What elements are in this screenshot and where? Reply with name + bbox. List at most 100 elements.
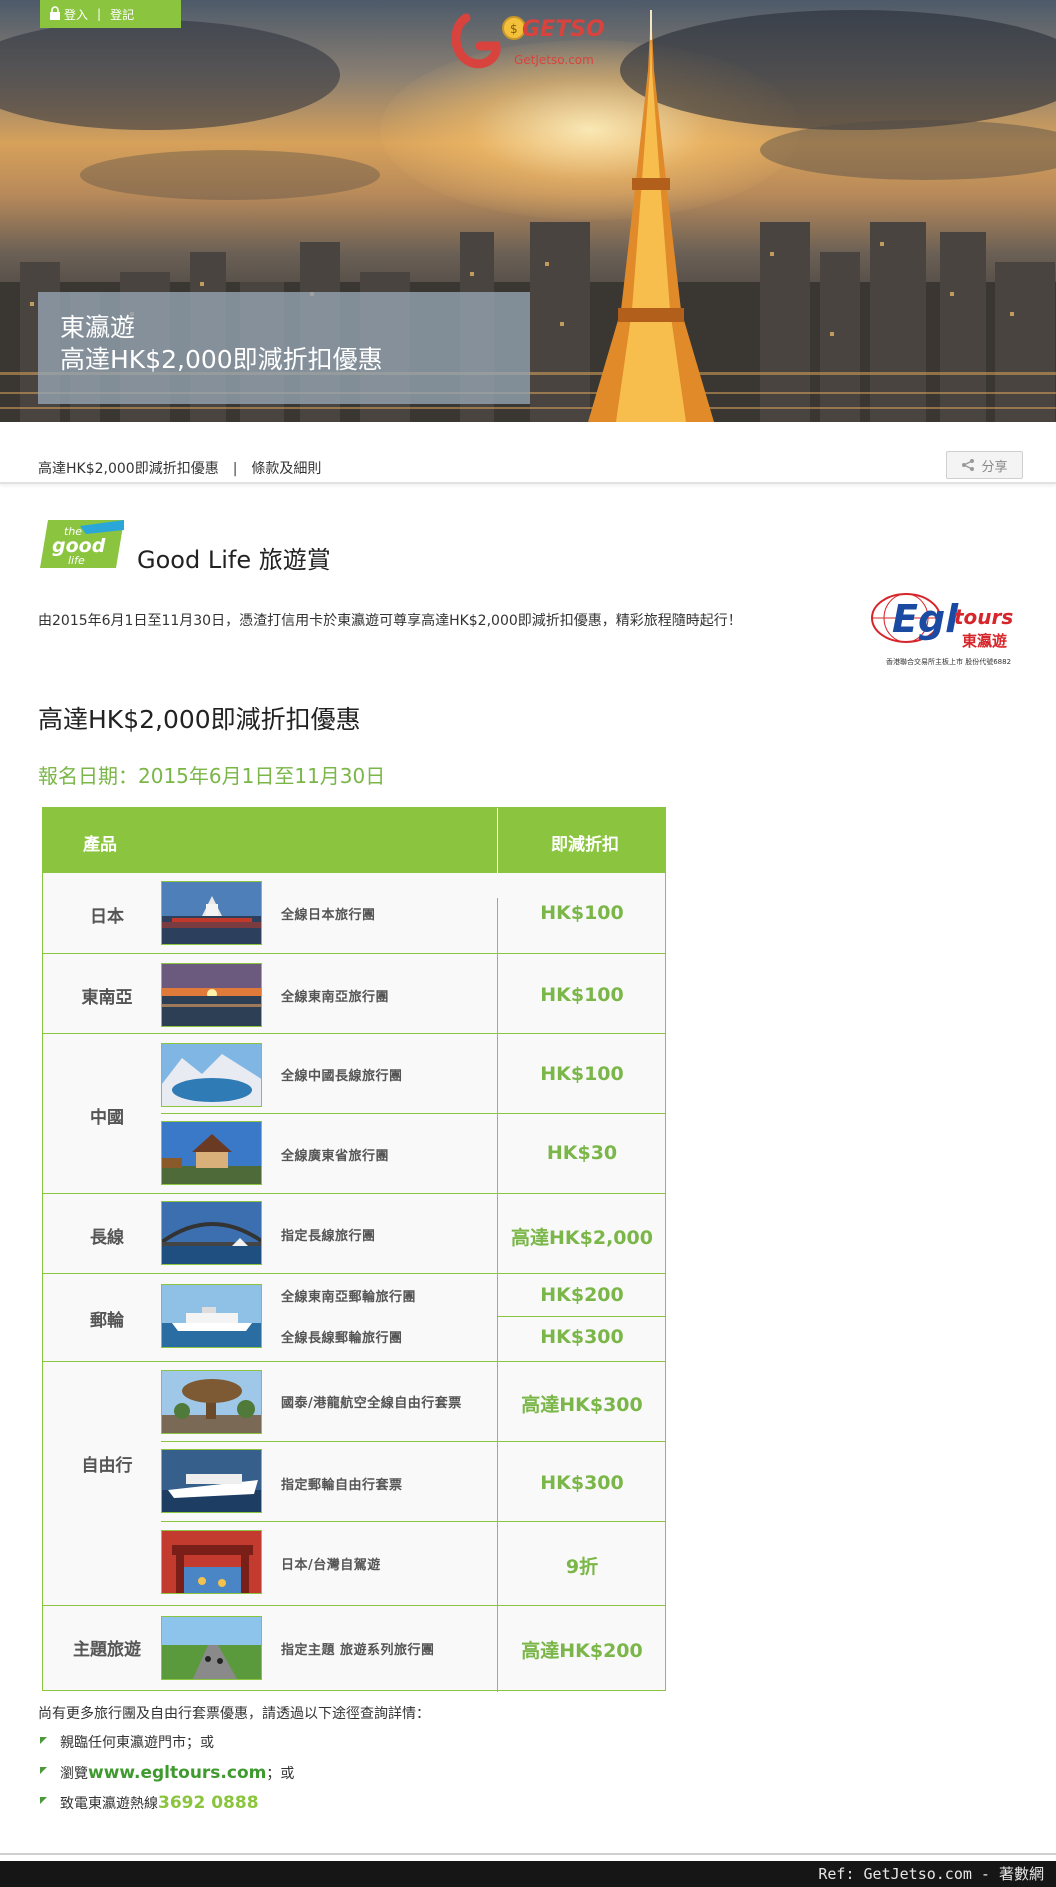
discount-value: HK$300 (540, 1326, 624, 1348)
good-life-title-en: Good Life (137, 546, 252, 574)
row-divider (161, 1113, 665, 1114)
sunset-sea-image (161, 963, 262, 1027)
region-long-haul: 長線 (90, 1228, 124, 1248)
region-china: 中國 (90, 1108, 124, 1128)
region-cruise: 郵輪 (90, 1311, 124, 1331)
discount-value: 9折 (565, 1556, 599, 1578)
the-good-life-logo: the good life (40, 520, 124, 568)
svg-text:$: $ (510, 22, 518, 36)
product-label: 全線長線郵輪旅行團 (281, 1331, 403, 1346)
product-label: 全線東南亞郵輪旅行團 (281, 1290, 417, 1305)
row-divider (161, 1521, 665, 1522)
table-header: 產品 即減折扣 (43, 808, 665, 873)
svg-text:Egl: Egl (892, 597, 959, 641)
row-divider (161, 1441, 665, 1442)
discount-value: HK$100 (540, 1063, 624, 1085)
product-label: 指定主題 旅遊系列旅行團 (281, 1643, 435, 1658)
cruise-package-image (161, 1449, 262, 1513)
auth-bar: 登入 | 登記 (40, 0, 181, 28)
offer-title: 高達HK$2,000即減折扣優惠 (38, 705, 361, 734)
japan-castle-image (161, 881, 262, 945)
svg-text:tours: tours (954, 605, 1013, 629)
discount-value: HK$30 (546, 1142, 618, 1164)
sub-navigation: 高達HK$2,000即減折扣優惠 | 條款及細則 分享 (0, 422, 1056, 484)
discount-value: HK$300 (540, 1472, 624, 1494)
registration-period: 報名日期：2015年6月1日至11月30日 (38, 764, 386, 788)
share-button[interactable]: 分享 (946, 451, 1023, 479)
row-divider (43, 1361, 665, 1362)
more-info-text: 尚有更多旅行團及自由行套票優惠，請透過以下途徑查詢詳情： (38, 1706, 430, 1722)
cycling-road-image (161, 1616, 262, 1680)
header-discount: 即減折扣 (551, 835, 619, 855)
hero-title-line2: 高達HK$2,000即減折扣優惠 (60, 345, 383, 374)
contact-store: 親臨任何東瀛遊門市；或 (40, 1732, 294, 1762)
contact-list: 親臨任何東瀛遊門市；或 瀏覽www.egltours.com；或 致電東瀛遊熱線… (40, 1732, 294, 1822)
svg-text:GETSO: GETSO (522, 17, 605, 42)
product-label: 全線日本旅行團 (281, 908, 376, 923)
product-label: 日本/台灣自駕遊 (281, 1558, 381, 1573)
contact-website-prefix: 瀏覽 (60, 1766, 88, 1782)
terms-link[interactable]: 條款及細則 (251, 461, 321, 477)
contact-website: 瀏覽www.egltours.com；或 (40, 1762, 294, 1792)
getjetso-watermark-logo: $ GETSO GetJetso.com (451, 13, 605, 69)
discount-value: 高達HK$2,000 (511, 1227, 653, 1249)
product-label: 指定長線旅行團 (281, 1229, 376, 1244)
contact-store-text: 親臨任何東瀛遊門市；或 (60, 1735, 214, 1751)
row-divider (43, 1273, 665, 1274)
cloud (0, 20, 340, 130)
cloud (760, 120, 1056, 180)
egltours-website-link[interactable]: www.egltours.com (88, 1763, 266, 1783)
row-divider (498, 1316, 665, 1317)
svg-text:life: life (68, 554, 85, 567)
page-bottom-border (0, 1853, 1056, 1855)
hero-caption: 東瀛遊 高達HK$2,000即減折扣優惠 (38, 292, 530, 404)
discount-value: 高達HK$200 (521, 1640, 643, 1662)
register-link[interactable]: 登記 (110, 6, 134, 23)
auth-separator: | (97, 7, 102, 21)
row-divider (43, 1193, 665, 1194)
svg-text:東瀛遊: 東瀛遊 (962, 632, 1007, 650)
discount-value: 高達HK$300 (521, 1394, 643, 1416)
discount-value: HK$100 (540, 902, 624, 924)
contact-hotline: 致電東瀛遊熱線3692 0888 (40, 1792, 294, 1822)
chinese-building-image (161, 1121, 262, 1185)
product-label: 指定郵輪自由行套票 (281, 1478, 403, 1493)
header-divider (497, 808, 498, 873)
row-divider (43, 953, 665, 954)
discount-value: HK$200 (540, 1284, 624, 1306)
offer-table: 產品 即減折扣 日本 東南亞 中國 長線 郵輪 自由行 主題旅遊 全線日本旅行團… (42, 807, 666, 1692)
cloud (80, 150, 380, 200)
product-label: 國泰/港龍航空全線自由行套票 (281, 1396, 462, 1411)
hotline-number: 3692 0888 (158, 1793, 259, 1813)
contact-website-suffix: ；或 (266, 1766, 295, 1782)
nav-separator: | (232, 461, 238, 477)
offer-link[interactable]: 高達HK$2,000即減折扣優惠 (38, 461, 219, 477)
hero-banner: 登入 | 登記 $ GETSO GetJetso.com 東瀛遊 高達HK$2,… (0, 0, 1056, 422)
product-label: 全線廣東省旅行團 (281, 1149, 390, 1164)
contact-hotline-prefix: 致電東瀛遊熱線 (60, 1796, 158, 1812)
treehouse-image (161, 1370, 262, 1434)
cruise-ship-image (161, 1284, 262, 1348)
mountain-lake-image (161, 1043, 262, 1107)
good-life-title: Good Life 旅遊賞 (137, 540, 331, 575)
lock-icon (50, 6, 60, 20)
good-life-title-zh: 旅遊賞 (258, 546, 331, 574)
share-icon (962, 459, 975, 471)
egl-listing-note: 香港聯合交易所主板上市 股份代號6882 (886, 658, 1012, 666)
share-label: 分享 (981, 459, 1008, 475)
product-label: 全線中國長線旅行團 (281, 1069, 403, 1084)
street-gate-image (161, 1530, 262, 1594)
row-divider (43, 1605, 665, 1606)
row-divider (43, 1033, 665, 1034)
region-free-travel: 自由行 (81, 1456, 133, 1476)
login-link[interactable]: 登入 (64, 6, 88, 23)
region-theme-tours: 主題旅遊 (73, 1640, 141, 1660)
harbour-bridge-image (161, 1201, 262, 1265)
region-japan: 日本 (90, 907, 124, 927)
intro-text: 由2015年6月1日至11月30日，憑渣打信用卡於東瀛遊可尊享高達HK$2,00… (38, 613, 742, 629)
svg-text:GetJetso.com: GetJetso.com (514, 53, 594, 67)
discount-value: HK$100 (540, 984, 624, 1006)
product-label: 全線東南亞旅行團 (281, 990, 390, 1005)
header-product: 產品 (83, 835, 117, 855)
hero-title-line1: 東瀛遊 (60, 313, 136, 342)
